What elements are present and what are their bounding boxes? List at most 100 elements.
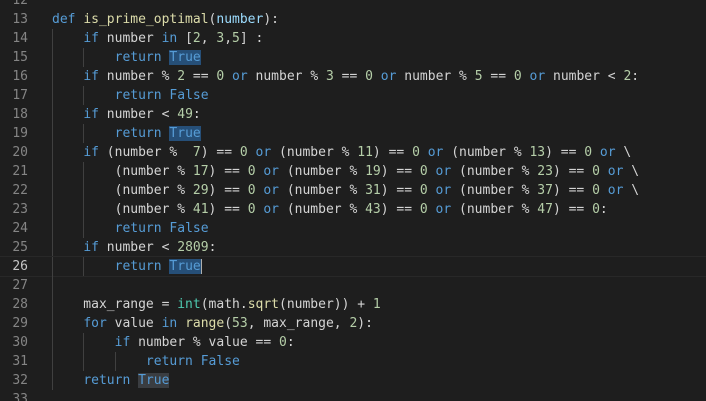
code-token: 0 [247, 164, 256, 179]
code-line[interactable]: 14 if number in [2, 3,5] : [0, 29, 706, 48]
line-content: (number % 29) == 0 or (number % 31) == 0… [52, 181, 639, 200]
code-token: 41 [192, 202, 209, 217]
code-token: sqrt [247, 297, 279, 312]
code-token: or [263, 164, 279, 179]
code-editor[interactable]: 12 13 def is_prime_optimal(number): 14 if n… [0, 0, 706, 401]
code-line[interactable]: 20 if (number % 7) == 0 or (number % 11)… [0, 143, 706, 162]
code-token: ) == [552, 202, 593, 217]
line-content: for value in range(53, max_range, 2): [52, 314, 373, 333]
code-token: ) == [380, 202, 420, 217]
line-number: 21 [12, 164, 28, 179]
code-token: [ [177, 31, 193, 46]
code-token: if [83, 107, 99, 122]
code-line[interactable]: 25 if number < 2809: [0, 238, 706, 257]
line-number: 25 [12, 240, 28, 255]
code-line[interactable]: 32 return True [0, 371, 706, 390]
line-content: max_range = int(math.sqrt(number)) + 1 [52, 295, 380, 314]
code-line[interactable]: 28 max_range = int(math.sqrt(number)) + … [0, 295, 706, 314]
code-token: ) == [380, 164, 420, 179]
text-cursor [200, 259, 202, 274]
line-content: if number in [2, 3,5] : [52, 29, 263, 48]
code-line[interactable]: 19 return True [0, 124, 706, 143]
line-number: 33 [12, 392, 28, 401]
line-number: 27 [12, 278, 28, 293]
line-number: 31 [12, 354, 28, 369]
code-line[interactable]: 33 [0, 390, 706, 401]
code-token: return [114, 126, 162, 141]
line-number: 15 [12, 50, 28, 65]
code-line[interactable]: 30 if number % value == 0: [0, 333, 706, 352]
code-token: in [161, 316, 178, 331]
code-token: 5 [474, 69, 483, 84]
code-token: ) == [552, 164, 593, 179]
code-token: (number % [52, 164, 193, 179]
code-token: (number % [52, 202, 193, 217]
line-number: 22 [12, 183, 28, 198]
code-token: ] : [239, 31, 264, 46]
line-number: 28 [12, 297, 28, 312]
code-line[interactable]: 24 return False [0, 219, 706, 238]
code-token: 0 [513, 69, 522, 84]
code-token: ) == [208, 183, 248, 198]
code-token: (number % [279, 183, 366, 198]
code-token: == [482, 69, 514, 84]
code-token: (number % [279, 164, 366, 179]
code-token: 37 [537, 183, 553, 198]
code-token: : [286, 335, 295, 350]
code-token: 19 [365, 164, 381, 179]
code-token: \ [623, 183, 640, 198]
code-token: True [169, 259, 201, 274]
code-token: == [185, 69, 217, 84]
code-line[interactable]: 27 [0, 276, 706, 295]
code-line[interactable]: 13 def is_prime_optimal(number): [0, 10, 706, 29]
code-token: or [435, 202, 452, 217]
code-token: 11 [357, 145, 373, 160]
code-token: if [83, 240, 99, 255]
code-token: number < [98, 240, 178, 255]
line-number: 16 [12, 69, 28, 84]
code-token: 2 [177, 69, 186, 84]
code-token: number [98, 31, 162, 46]
code-token: value [106, 316, 162, 331]
code-token: in [161, 31, 178, 46]
code-token: ) == [380, 183, 420, 198]
code-token: 0 [419, 202, 428, 217]
code-token: == [333, 69, 366, 84]
code-token: return [114, 259, 162, 274]
code-line[interactable]: 18 if number < 49: [0, 105, 706, 124]
line-number: 12 [12, 0, 28, 8]
line-content: def is_prime_optimal(number): [52, 10, 279, 29]
line-content: return True [52, 371, 170, 390]
code-line[interactable]: 22 (number % 29) == 0 or (number % 31) =… [0, 181, 706, 200]
code-line[interactable]: 23 (number % 41) == 0 or (number % 43) =… [0, 200, 706, 219]
code-line[interactable]: 16 if number % 2 == 0 or number % 3 == 0… [0, 67, 706, 86]
code-line[interactable]: 15 return True [0, 48, 706, 67]
code-line[interactable]: 31 return False [0, 352, 706, 371]
code-line[interactable]: 26 return True [0, 256, 706, 277]
code-line[interactable]: 12 [0, 0, 706, 10]
line-number: 24 [12, 221, 28, 236]
line-number: 20 [12, 145, 28, 160]
code-area[interactable]: 12 13 def is_prime_optimal(number): 14 if n… [0, 0, 706, 401]
code-token: ) == [208, 202, 248, 217]
code-token: 23 [537, 164, 553, 179]
code-token: True [138, 373, 170, 388]
code-line[interactable]: 29 for value in range(53, max_range, 2): [0, 314, 706, 333]
code-token: 0 [412, 145, 420, 160]
code-line[interactable]: 17 return False [0, 86, 706, 105]
code-token: number % [98, 69, 178, 84]
code-token: 2 [192, 31, 201, 46]
code-line[interactable]: 21 (number % 17) == 0 or (number % 19) =… [0, 162, 706, 181]
code-token: (number % [451, 183, 538, 198]
